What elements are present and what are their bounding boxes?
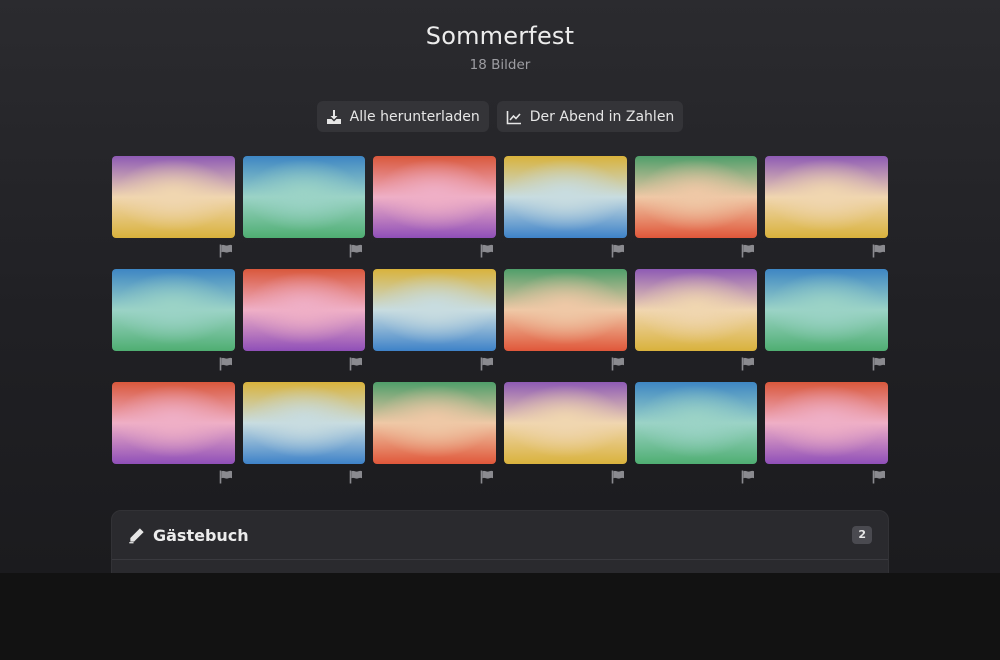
- flag-icon[interactable]: [872, 470, 886, 484]
- flag-icon[interactable]: [219, 244, 233, 258]
- flag-icon[interactable]: [219, 357, 233, 371]
- action-bar: Alle herunterladen Der Abend in Zahlen: [0, 101, 1000, 132]
- download-icon: [326, 109, 341, 124]
- flag-icon[interactable]: [480, 357, 494, 371]
- flag-icon[interactable]: [741, 244, 755, 258]
- photo-thumbnail[interactable]: [503, 382, 627, 464]
- photo-item: [503, 382, 627, 495]
- photo-thumbnail[interactable]: [112, 269, 235, 351]
- photo-item: [503, 269, 627, 382]
- photo-item: [373, 269, 496, 382]
- flag-icon[interactable]: [349, 470, 363, 484]
- stats-label: Der Abend in Zahlen: [529, 108, 675, 125]
- flag-icon[interactable]: [872, 357, 886, 371]
- photo-thumbnail[interactable]: [112, 382, 235, 464]
- flag-icon[interactable]: [611, 357, 625, 371]
- photo-thumbnail[interactable]: [503, 156, 627, 238]
- photo-thumbnail[interactable]: [634, 382, 758, 464]
- photo-thumbnail[interactable]: [373, 269, 496, 351]
- flag-icon[interactable]: [611, 470, 625, 484]
- photo-item: [765, 382, 888, 495]
- photo-item: [112, 156, 235, 269]
- photo-item: [634, 156, 758, 269]
- photo-thumbnail[interactable]: [765, 382, 888, 464]
- download-all-label: Alle herunterladen: [349, 108, 480, 125]
- flag-icon[interactable]: [219, 470, 233, 484]
- flag-icon[interactable]: [611, 244, 625, 258]
- flag-icon[interactable]: [349, 357, 363, 371]
- photo-thumbnail[interactable]: [112, 156, 235, 238]
- guestbook-header[interactable]: Gästebuch 2: [112, 511, 888, 560]
- flag-icon[interactable]: [349, 244, 363, 258]
- guestbook-title: Gästebuch: [153, 525, 249, 545]
- photo-item: [242, 156, 366, 269]
- flag-icon[interactable]: [741, 470, 755, 484]
- guestbook-count-badge: 2: [852, 526, 872, 544]
- photo-thumbnail[interactable]: [373, 156, 496, 238]
- photo-item: [373, 156, 496, 269]
- photo-count: 18 Bilder: [469, 57, 531, 73]
- photo-item: [765, 156, 888, 269]
- flag-icon[interactable]: [872, 244, 886, 258]
- photo-item: [112, 382, 235, 495]
- flag-icon[interactable]: [741, 357, 755, 371]
- flag-icon[interactable]: [480, 470, 494, 484]
- photo-thumbnail[interactable]: [242, 156, 366, 238]
- photo-item: [373, 382, 496, 495]
- flag-icon[interactable]: [480, 244, 494, 258]
- photo-thumbnail[interactable]: [373, 382, 496, 464]
- stats-button[interactable]: Der Abend in Zahlen: [496, 101, 684, 132]
- chart-line-icon: [506, 110, 521, 124]
- photo-thumbnail[interactable]: [765, 269, 888, 351]
- guestbook-panel: Gästebuch 2: [111, 510, 889, 573]
- download-all-button[interactable]: Alle herunterladen: [316, 101, 489, 132]
- photo-thumbnail[interactable]: [503, 269, 627, 351]
- photo-item: [503, 156, 627, 269]
- photo-item: [242, 382, 366, 495]
- photo-item: [634, 269, 758, 382]
- photo-item: [112, 269, 235, 382]
- photo-item: [242, 269, 366, 382]
- photo-thumbnail[interactable]: [634, 269, 758, 351]
- photo-item: [634, 382, 758, 495]
- photo-grid: [112, 156, 888, 495]
- page-title: Sommerfest: [425, 22, 575, 50]
- gallery-page: Sommerfest 18 Bilder Alle herunterladen …: [0, 0, 1000, 573]
- photo-item: [765, 269, 888, 382]
- photo-thumbnail[interactable]: [634, 156, 758, 238]
- photo-thumbnail[interactable]: [242, 382, 366, 464]
- photo-thumbnail[interactable]: [765, 156, 888, 238]
- gallery-header: Sommerfest 18 Bilder: [0, 22, 1000, 73]
- pencil-icon: [129, 527, 144, 543]
- photo-thumbnail[interactable]: [242, 269, 366, 351]
